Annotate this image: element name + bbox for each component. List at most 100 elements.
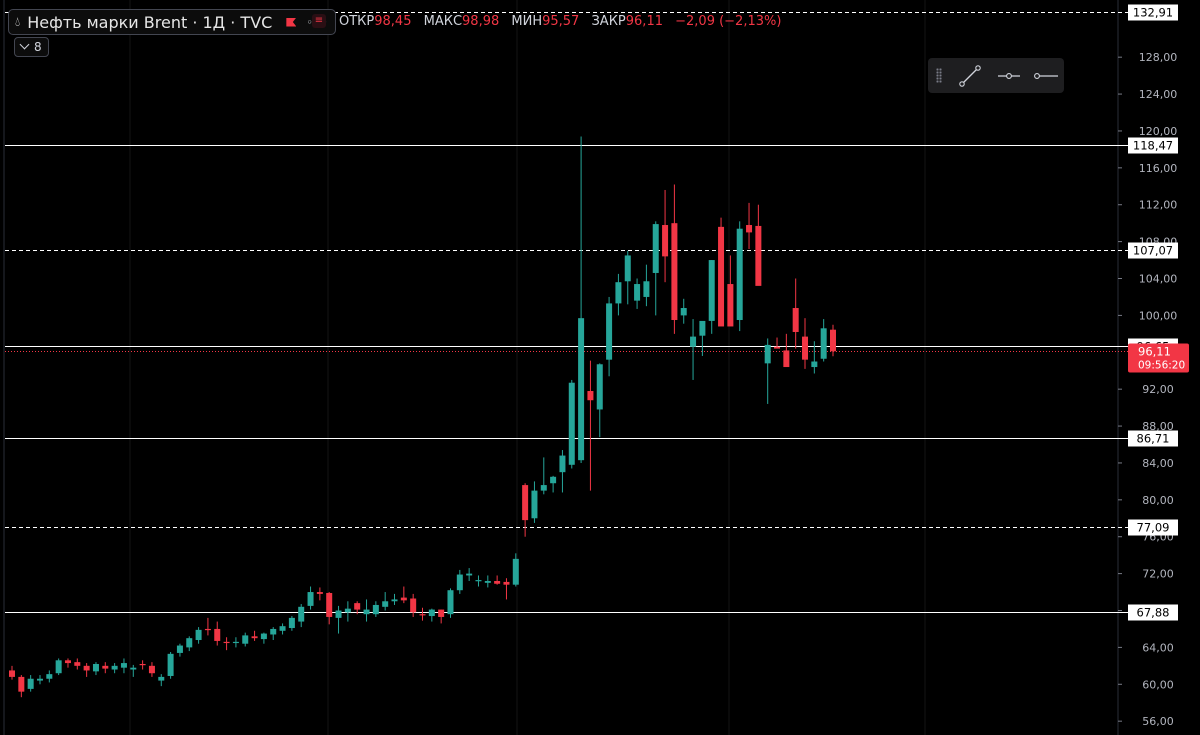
candle-body xyxy=(475,580,482,582)
horizontal-ray-icon[interactable] xyxy=(996,63,1022,89)
candle-body xyxy=(512,558,519,585)
candle-body xyxy=(643,281,650,297)
candle-body xyxy=(27,678,34,689)
candle-body xyxy=(783,350,790,368)
open-label: ОТКР xyxy=(339,14,375,29)
candle-body xyxy=(494,580,501,584)
candle-body xyxy=(260,633,267,640)
drawing-toolbar xyxy=(928,58,1064,93)
symbol-title-box[interactable]: 💧︎ Нефть марки Brent · 1Д · TVC ◦◦◦ xyxy=(8,9,336,35)
candle-body xyxy=(382,601,389,607)
candle-body xyxy=(820,328,827,359)
indicators-count: 8 xyxy=(34,40,42,54)
price-tick-label: 116,00 xyxy=(1139,162,1178,175)
candle-body xyxy=(662,225,669,257)
candle-body xyxy=(400,597,407,601)
candle-body xyxy=(410,598,417,613)
candle-body xyxy=(830,329,836,352)
candle-body xyxy=(587,391,594,401)
candle-body xyxy=(652,224,659,273)
candle-body xyxy=(18,676,25,692)
candle-body xyxy=(419,614,426,616)
drag-handle-icon[interactable] xyxy=(936,68,942,83)
candle-body xyxy=(158,676,165,681)
candle-body xyxy=(391,599,398,602)
candle-body xyxy=(363,609,370,615)
candle-body xyxy=(764,344,771,364)
candle-body xyxy=(74,662,81,666)
ohlc-legend: ОТКР98,45 МАКС98,98 МИН95,57 ЗАКР96,11 −… xyxy=(339,14,789,29)
level-price-label: 77,09 xyxy=(1137,521,1170,535)
candle-body xyxy=(102,665,109,669)
last-price-label: 96,11 xyxy=(1138,345,1171,359)
candle-body xyxy=(83,665,90,671)
candle-body xyxy=(354,603,361,610)
close-label: ЗАКР xyxy=(591,14,626,29)
price-tick-label: 72,00 xyxy=(1142,568,1174,581)
candle-body xyxy=(298,606,305,622)
candle-body xyxy=(186,638,193,648)
candle-body xyxy=(466,573,473,576)
candle-body xyxy=(559,455,566,473)
price-tick-label: 104,00 xyxy=(1139,273,1178,286)
candle-body xyxy=(214,628,221,641)
candle-body xyxy=(242,635,249,644)
candle-body xyxy=(568,382,575,465)
candle-body xyxy=(176,645,183,653)
flag-icon[interactable] xyxy=(286,17,297,27)
candle-body xyxy=(811,361,818,368)
price-tick-label: 112,00 xyxy=(1139,199,1178,212)
candle-body xyxy=(540,485,547,491)
candle-body xyxy=(484,580,491,583)
candle-body xyxy=(596,364,603,410)
price-tick-label: 80,00 xyxy=(1142,494,1174,507)
price-chart[interactable]: 128,00124,00120,00116,00112,00108,00104,… xyxy=(0,0,1200,735)
candle-body xyxy=(699,320,706,336)
candle-body xyxy=(372,604,379,615)
candle-body xyxy=(204,628,211,631)
candle-body xyxy=(624,255,631,282)
candle-body xyxy=(167,653,174,676)
candle-body xyxy=(232,641,239,644)
candle-body xyxy=(326,592,333,617)
candle-body xyxy=(92,663,99,672)
candle-body xyxy=(680,308,687,316)
candle-body xyxy=(578,318,585,461)
level-price-label: 107,07 xyxy=(1133,244,1173,258)
candle-body xyxy=(708,260,715,321)
candle-body xyxy=(270,628,277,635)
candle-body xyxy=(307,592,314,606)
candle-body xyxy=(120,663,127,668)
candle-body xyxy=(438,609,445,617)
candle-body xyxy=(718,226,725,327)
candle-body xyxy=(46,674,53,679)
candle-body xyxy=(755,225,762,286)
menu-icon[interactable]: ≡ xyxy=(312,14,326,28)
candle-body xyxy=(55,660,62,674)
horizontal-line-icon[interactable] xyxy=(1032,63,1058,89)
symbol-title: Нефть марки Brent · 1Д · TVC xyxy=(27,12,273,32)
candle-body xyxy=(344,608,351,613)
level-price-label: 118,47 xyxy=(1133,139,1173,153)
candle-body xyxy=(111,665,118,670)
bar-countdown-label: 09:56:20 xyxy=(1138,360,1185,372)
candle-body xyxy=(456,574,463,591)
indicators-collapse-button[interactable]: 8 xyxy=(14,37,49,57)
price-tick-label: 84,00 xyxy=(1142,457,1174,470)
price-tick-label: 60,00 xyxy=(1142,678,1174,691)
trend-line-icon[interactable] xyxy=(957,63,983,89)
candle-body xyxy=(774,346,781,349)
candle-body xyxy=(606,303,613,360)
candle-body xyxy=(447,590,454,615)
candle-body xyxy=(522,485,529,521)
close-value: 96,11 xyxy=(625,14,663,29)
high-label: МАКС xyxy=(423,14,463,29)
price-tick-label: 92,00 xyxy=(1142,383,1174,396)
low-value: 95,57 xyxy=(542,14,580,29)
candle-body xyxy=(148,665,155,674)
candle-body xyxy=(9,670,15,677)
candle-body xyxy=(792,308,799,332)
price-tick-label: 124,00 xyxy=(1139,88,1178,101)
candle-body xyxy=(251,636,258,639)
candle-body xyxy=(727,284,734,327)
